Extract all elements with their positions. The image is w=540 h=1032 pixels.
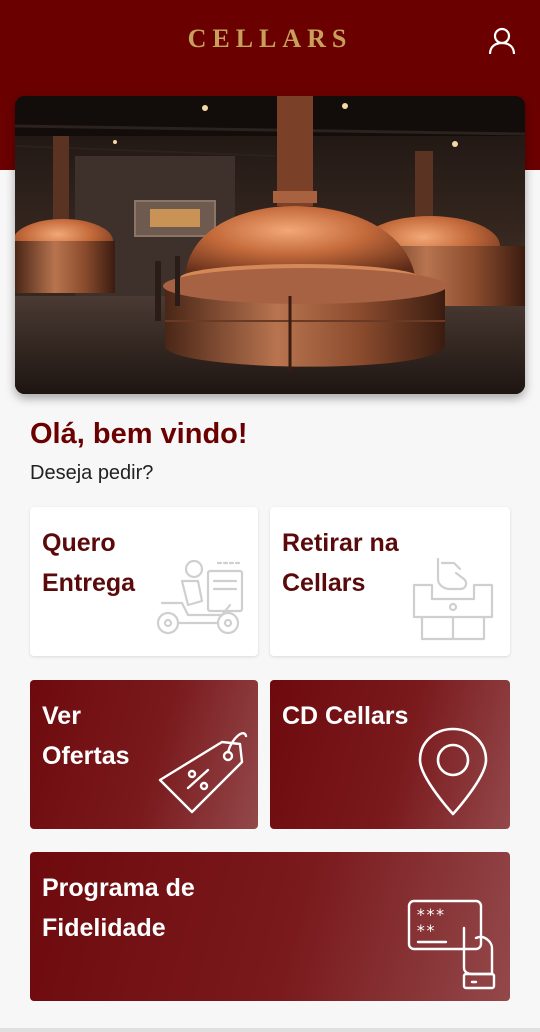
order-question: Deseja pedir? [30,462,154,484]
price-tag-icon [152,724,250,825]
store-pickup-icon [410,555,496,648]
cd-cellars-card[interactable]: CD Cellars [270,680,510,829]
offers-card-label: Ver Ofertas [42,702,130,770]
loyalty-card-icon: *** ** [406,898,500,997]
map-pin-icon [416,726,490,823]
bottom-divider [0,1028,540,1032]
store-pickup-card[interactable]: Retirar na Cellars [270,507,510,656]
delivery-card-label: Quero Entrega [42,529,136,597]
brand-logo[interactable]: CELLARS [0,24,540,54]
welcome-heading: Olá, bem vindo! [30,418,248,450]
loyalty-program-card-label: Programa de Fidelidade [42,874,195,942]
offers-card[interactable]: Ver Ofertas [30,680,258,829]
cd-cellars-card-label: CD Cellars [282,702,409,730]
delivery-card[interactable]: Quero Entrega [30,507,258,656]
loyalty-program-card[interactable]: Programa de Fidelidade *** ** [30,852,510,1001]
delivery-scooter-icon [152,557,250,644]
svg-text:**: ** [416,921,435,940]
store-pickup-card-label: Retirar na Cellars [282,529,399,597]
hero-brewery-image [15,96,525,394]
user-icon[interactable] [487,26,517,56]
